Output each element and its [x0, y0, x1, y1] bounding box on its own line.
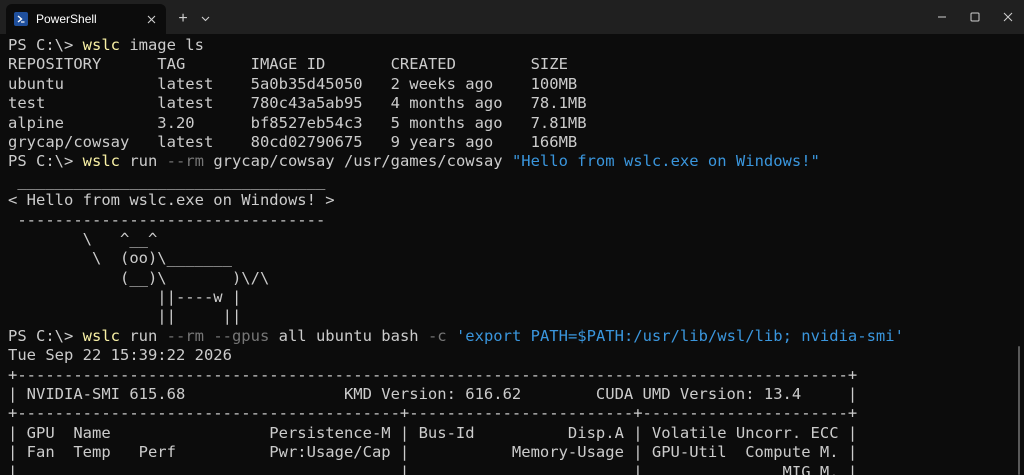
terminal-line: ubuntu latest 5a0b35d45050 2 weeks ago 1…	[8, 75, 1024, 94]
terminal-text: wslc	[82, 152, 120, 171]
tab-dropdown-button[interactable]	[194, 7, 216, 31]
terminal-text: ubuntu latest 5a0b35d45050 2 weeks ago 1…	[8, 74, 578, 93]
new-tab-button[interactable]: +	[172, 7, 194, 31]
title-bar: PowerShell +	[0, 0, 1024, 34]
terminal-text: \ ^__^	[8, 229, 158, 248]
tab-title: PowerShell	[36, 12, 97, 26]
terminal-line: || ||	[8, 307, 1024, 326]
terminal-line: ---------------------------------	[8, 211, 1024, 230]
terminal-output[interactable]: PS C:\> wslc image ls REPOSITORY TAG IMAG…	[0, 34, 1024, 475]
window-controls	[925, 0, 1024, 34]
terminal-text: (__)\ )\/\	[8, 268, 270, 287]
terminal-line: PS C:\> wslc run --rm --gpus all ubuntu …	[8, 327, 1024, 346]
chevron-down-icon	[201, 16, 209, 22]
terminal-text: wslc	[82, 326, 120, 345]
terminal-line: | | | MIG M. |	[8, 463, 1024, 475]
terminal-line: +---------------------------------------…	[8, 404, 1024, 423]
maximize-icon	[970, 12, 979, 22]
terminal-text: 'export PATH=$PATH:/usr/lib/wsl/lib; nvi…	[455, 326, 904, 345]
terminal-line: | NVIDIA-SMI 615.68 KMD Version: 616.62 …	[8, 385, 1024, 404]
plus-icon: +	[178, 10, 188, 27]
terminal-text: < Hello from wslc.exe on Windows! >	[8, 191, 335, 210]
terminal-line: grycap/cowsay latest 80cd02790675 9 year…	[8, 133, 1024, 152]
terminal-text: -c	[427, 326, 447, 345]
terminal-line: REPOSITORY TAG IMAGE ID CREATED SIZE	[8, 55, 1024, 74]
terminal-line: PS C:\> wslc run --rm grycap/cowsay /usr…	[8, 152, 1024, 171]
terminal-line: _________________________________	[8, 172, 1024, 191]
terminal-line: alpine 3.20 bf8527eb54c3 5 months ago 7.…	[8, 114, 1024, 133]
terminal-text: all ubuntu bash	[269, 326, 428, 345]
terminal-text: grycap/cowsay latest 80cd02790675 9 year…	[8, 132, 578, 151]
minimize-icon	[937, 16, 946, 18]
terminal-text: ---------------------------------	[8, 210, 326, 229]
terminal-text: alpine 3.20 bf8527eb54c3 5 months ago 7.…	[8, 113, 587, 132]
terminal-text: | | | MIG M. |	[8, 462, 858, 475]
terminal-text: | Fan Temp Perf Pwr:Usage/Cap | Memory-U…	[8, 443, 858, 462]
close-window-button[interactable]	[991, 0, 1024, 34]
terminal-line: +---------------------------------------…	[8, 366, 1024, 385]
maximize-button[interactable]	[958, 0, 991, 34]
terminal-line: \ (oo)\_______	[8, 249, 1024, 268]
terminal-line: \ ^__^	[8, 230, 1024, 249]
terminal-line: ||----w |	[8, 288, 1024, 307]
tab-powershell[interactable]: PowerShell	[6, 4, 166, 34]
terminal-text: test latest 780c43a5ab95 4 months ago 78…	[8, 94, 587, 113]
powershell-icon	[14, 12, 28, 26]
terminal-text: +---------------------------------------…	[8, 365, 858, 384]
terminal-text: REPOSITORY TAG IMAGE ID CREATED SIZE	[8, 55, 568, 74]
terminal-text: || ||	[8, 307, 242, 326]
terminal-line: test latest 780c43a5ab95 4 months ago 78…	[8, 94, 1024, 113]
terminal-text: wslc	[82, 36, 120, 54]
terminal-line: PS C:\> wslc image ls	[8, 36, 1024, 55]
terminal-text: PS C:\>	[8, 36, 83, 54]
terminal-text: image ls	[119, 36, 204, 54]
terminal-text: --rm	[166, 152, 204, 171]
close-icon	[147, 15, 155, 23]
terminal-text: PS C:\>	[8, 152, 83, 171]
terminal-text: +---------------------------------------…	[8, 404, 858, 423]
terminal-line: < Hello from wslc.exe on Windows! >	[8, 191, 1024, 210]
terminal-line: | GPU Name Persistence-M | Bus-Id Disp.A…	[8, 424, 1024, 443]
terminal-line: (__)\ )\/\	[8, 269, 1024, 288]
terminal-text: ||----w |	[8, 288, 242, 307]
terminal-line: | Fan Temp Perf Pwr:Usage/Cap | Memory-U…	[8, 443, 1024, 462]
scrollbar[interactable]	[1018, 346, 1020, 475]
terminal-line: Tue Sep 22 15:39:22 2026	[8, 346, 1024, 365]
terminal-text: PS C:\>	[8, 326, 83, 345]
terminal-text: \ (oo)\_______	[8, 249, 232, 268]
close-icon	[1003, 12, 1012, 22]
terminal-text: | GPU Name Persistence-M | Bus-Id Disp.A…	[8, 423, 858, 442]
terminal-text: run	[119, 152, 167, 171]
terminal-text: --rm --gpus	[166, 326, 270, 345]
minimize-button[interactable]	[925, 0, 958, 34]
terminal-text: run	[119, 326, 167, 345]
terminal-text: "Hello from wslc.exe on Windows!"	[511, 152, 820, 171]
terminal-text: | NVIDIA-SMI 615.68 KMD Version: 616.62 …	[8, 385, 858, 404]
close-tab-button[interactable]	[144, 12, 158, 26]
terminal-text: _________________________________	[8, 171, 326, 190]
terminal-text: grycap/cowsay /usr/games/cowsay	[203, 152, 512, 171]
terminal-text: Tue Sep 22 15:39:22 2026	[8, 346, 232, 365]
